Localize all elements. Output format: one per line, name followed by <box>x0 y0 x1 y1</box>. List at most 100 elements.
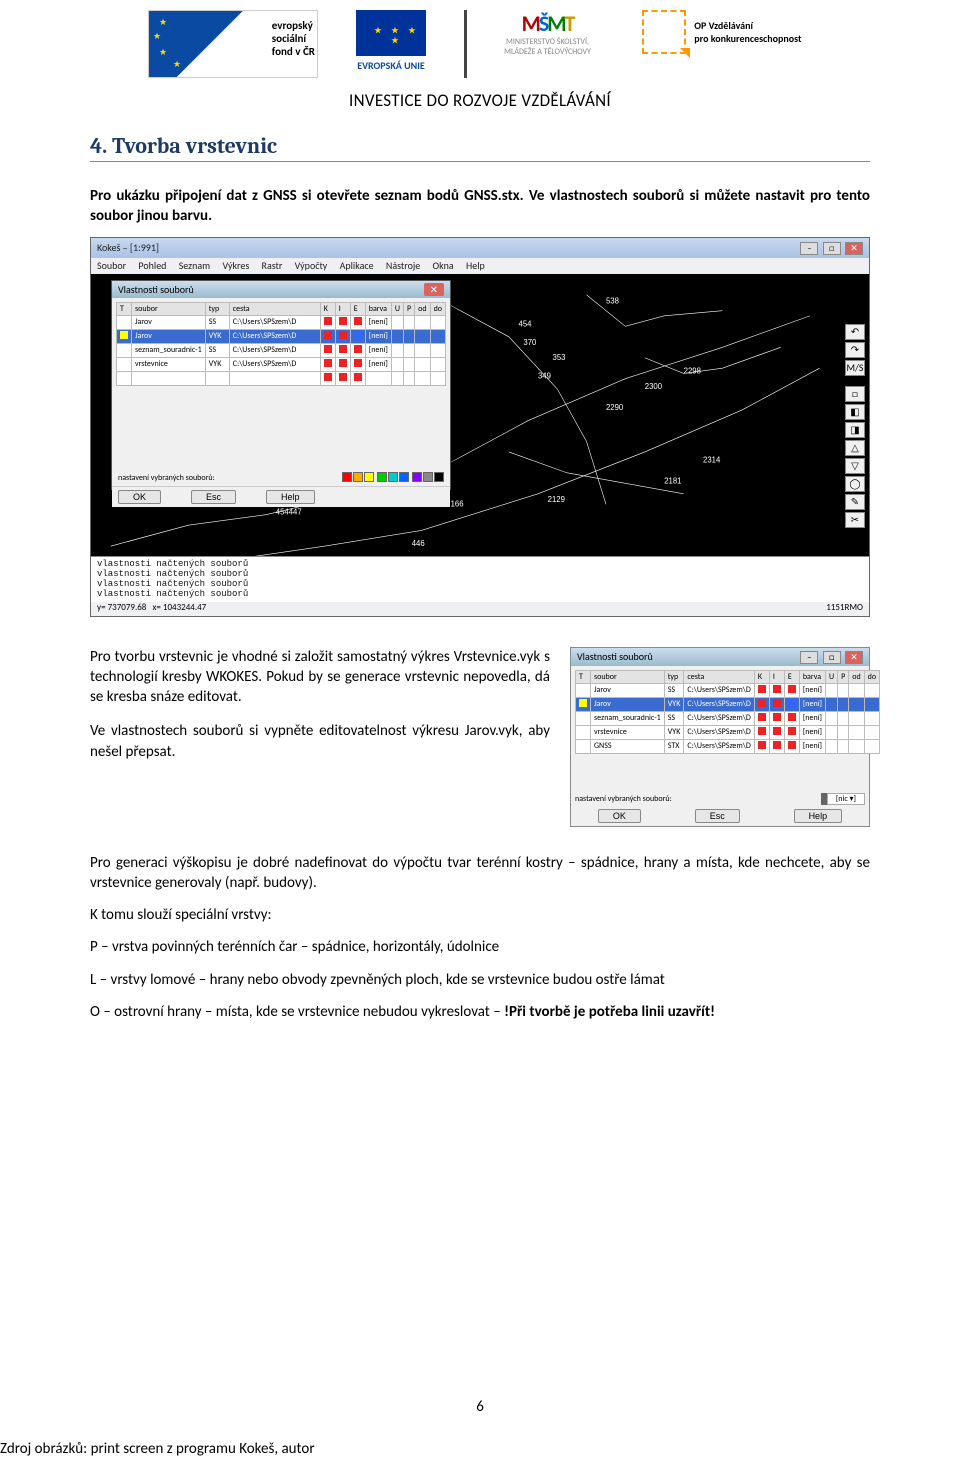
files-table: T soubor typ cesta K I E barva U P od do <box>116 302 446 386</box>
menu-item[interactable]: Výkres <box>222 259 249 272</box>
nastav-label: nastavení vybraných souborů: <box>118 473 215 483</box>
tool-button[interactable]: ↶ <box>845 324 865 340</box>
col-header: typ <box>205 302 229 315</box>
menu-item[interactable]: Aplikace <box>340 259 374 272</box>
col-header: do <box>430 302 445 315</box>
col-header: U <box>391 302 403 315</box>
table-row[interactable]: seznam_souradnic-1SSC:\Users\SPSzem\D[ne… <box>576 711 880 725</box>
tool-button[interactable]: ◯ <box>845 476 865 492</box>
svg-text:2300: 2300 <box>645 381 663 390</box>
statusbar: y= 737079.68 x= 1043244.47 1151RMO <box>91 602 869 616</box>
files-table-small: Tsoubor typcesta KIE barvaUP oddo JarovS… <box>575 670 880 754</box>
tool-button[interactable]: ↷ <box>845 342 865 358</box>
svg-text:454447: 454447 <box>276 507 302 516</box>
header-subtitle: INVESTICE DO ROZVOJE VZDĚLÁVÁNÍ <box>90 90 870 111</box>
help-button[interactable]: Help <box>266 490 315 504</box>
close-button[interactable]: ✕ <box>845 242 863 255</box>
footer-source: Zdroj obrázků: print screen z programu K… <box>0 1440 315 1458</box>
table-row[interactable]: seznam_souradnic-1SSC:\Users\SPSzem\D [n… <box>117 343 446 357</box>
right-toolbox: ↶ ↷ M/S □ ◧ ◨ △ ▽ ◯ ✎ ✂ <box>845 324 867 528</box>
table-row[interactable]: GNSSSTXC:\Users\SPSzem\D[není] <box>576 739 880 753</box>
svg-text:454: 454 <box>519 319 532 328</box>
svg-text:166: 166 <box>451 499 464 508</box>
paragraph-4: Pro generaci výškopisu je dobré nadefino… <box>90 853 870 894</box>
esc-button[interactable]: Esc <box>191 490 236 504</box>
table-header-row: Tsoubor typcesta KIE barvaUP oddo <box>576 670 880 683</box>
table-row[interactable]: GNSSSTXC:\Users\SPSzem\D [není] <box>117 371 446 385</box>
window-buttons: – □ ✕ <box>798 241 863 255</box>
paragraph-5: K tomu slouží speciální vrstvy: <box>90 905 870 925</box>
table-row[interactable]: vrstevniceVYKC:\Users\SPSzem\D [není] <box>117 357 446 371</box>
paragraph-8b: !Při tvorbě je potřeba linii uzavřít! <box>504 1003 715 1021</box>
logo-msmt-text: MINISTERSTVO ŠKOLSTVÍ,MLÁDEŽE A TĚLOVÝCH… <box>471 37 624 57</box>
header-logos: ★ ★ ★ ★ evropskýsociálnífond v ČR EVROPS… <box>90 0 870 78</box>
maximize-button[interactable]: □ <box>823 242 841 255</box>
eu-flag-icon <box>356 10 426 56</box>
color-swatches[interactable] <box>341 472 444 485</box>
tool-button[interactable]: ✂ <box>845 512 865 528</box>
svg-text:370: 370 <box>523 337 536 346</box>
ok-button[interactable]: OK <box>598 809 641 823</box>
col-header: cesta <box>229 302 320 315</box>
section-number: 4. <box>90 133 107 159</box>
col-header: K <box>320 302 335 315</box>
log-line: vlastnosti načtených souborů <box>97 579 863 589</box>
logo-op: OP Vzdělávánípro konkurenceschopnost <box>642 10 812 78</box>
menu-item[interactable]: Okna <box>433 259 454 272</box>
paragraph-1: Pro ukázku připojení dat z GNSS si otevř… <box>90 186 870 227</box>
tool-button[interactable]: ◧ <box>845 404 865 420</box>
tool-button[interactable]: M/S <box>845 360 865 376</box>
paragraph-8a: O – ostrovní hrany – místa, kde se vrste… <box>90 1003 504 1021</box>
log-line: vlastnosti načtených souborů <box>97 569 863 579</box>
table-row[interactable]: vrstevniceVYKC:\Users\SPSzem\D[není] <box>576 725 880 739</box>
status-right: 1151RMO <box>826 602 863 616</box>
menu-item[interactable]: Soubor <box>97 259 126 272</box>
menu-item[interactable]: Výpočty <box>295 259 328 272</box>
color-combo[interactable]: [nic ▾] <box>827 793 865 805</box>
tool-button[interactable]: ✎ <box>845 494 865 510</box>
maximize-button[interactable]: □ <box>823 651 841 664</box>
minimize-button[interactable]: – <box>800 651 818 664</box>
menu-item[interactable]: Nástroje <box>386 259 420 272</box>
menubar: Soubor Pohled Seznam Výkres Rastr Výpočt… <box>91 258 869 274</box>
table-row[interactable]: JarovVYKC:\Users\SPSzem\D [není] <box>117 329 446 343</box>
ok-button[interactable]: OK <box>118 490 161 504</box>
svg-text:2298: 2298 <box>684 366 702 375</box>
msmt-mark-icon: MŠMT <box>471 10 624 37</box>
col-header: P <box>404 302 415 315</box>
status-y: y= 737079.68 <box>97 602 146 613</box>
esc-button[interactable]: Esc <box>695 809 740 823</box>
col-header: od <box>415 302 430 315</box>
screenshot-kokes-main: Kokeš – [1:991] – □ ✕ Soubor Pohled Sezn… <box>90 237 870 617</box>
window-title: Kokeš – [1:991] <box>97 241 159 255</box>
table-header-row: T soubor typ cesta K I E barva U P od do <box>117 302 446 315</box>
tool-button[interactable]: □ <box>845 386 865 402</box>
menu-item[interactable]: Rastr <box>262 259 283 272</box>
drawing-canvas[interactable]: 538 454 353 349 370 2290 2300 2298 166 2… <box>91 274 869 588</box>
status-log: vlastnosti načtených souborů vlastnosti … <box>91 556 869 602</box>
help-button[interactable]: Help <box>794 809 843 823</box>
logo-op-text: OP Vzdělávánípro konkurenceschopnost <box>694 19 804 45</box>
log-line: vlastnosti načtených souborů <box>97 559 863 569</box>
screenshot-vlastnosti-small: Vlastnosti souborů – □ ✕ Tsoubor typcest… <box>570 647 870 827</box>
tool-button[interactable]: ◨ <box>845 422 865 438</box>
svg-text:353: 353 <box>553 352 566 361</box>
close-button[interactable]: ✕ <box>845 651 863 664</box>
menu-item[interactable]: Seznam <box>179 259 210 272</box>
col-header: T <box>117 302 132 315</box>
dialog2-title: Vlastnosti souborů <box>577 650 653 664</box>
window-titlebar: Kokeš – [1:991] – □ ✕ <box>91 238 869 258</box>
log-line: vlastnosti načtených souborů <box>97 589 863 599</box>
col-header: I <box>335 302 350 315</box>
paragraph-6: P – vrstva povinných terénních čar – spá… <box>90 937 870 957</box>
table-row[interactable]: JarovSSC:\Users\SPSzem\D[není] <box>576 683 880 697</box>
dialog-close-button[interactable]: ✕ <box>424 283 444 296</box>
table-row[interactable]: JarovSSC:\Users\SPSzem\D [není] <box>117 315 446 329</box>
menu-item[interactable]: Pohled <box>138 259 166 272</box>
paragraph-3: Ve vlastnostech souborů si vypněte edito… <box>90 721 550 762</box>
menu-item[interactable]: Help <box>466 259 485 272</box>
tool-button[interactable]: △ <box>845 440 865 456</box>
tool-button[interactable]: ▽ <box>845 458 865 474</box>
minimize-button[interactable]: – <box>800 242 818 255</box>
table-row[interactable]: JarovVYKC:\Users\SPSzem\D[není] <box>576 697 880 711</box>
